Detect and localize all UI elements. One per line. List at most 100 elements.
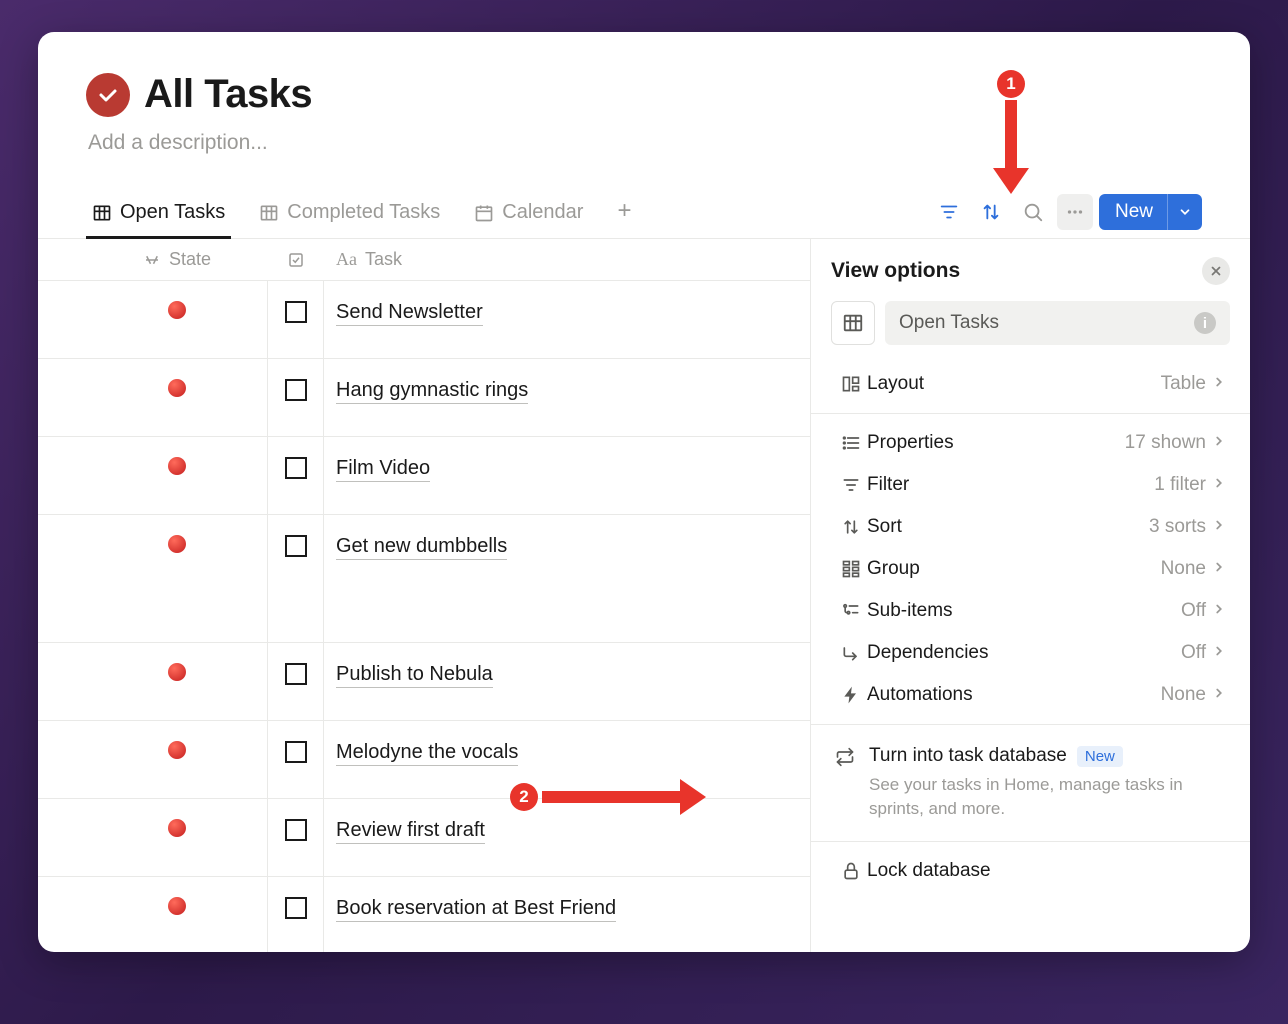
automations-icon (835, 685, 867, 705)
panel-title: View options (831, 259, 960, 283)
sort-icon (835, 517, 867, 537)
column-header-task[interactable]: Aa Task (324, 239, 810, 280)
new-badge: New (1077, 746, 1123, 767)
properties-icon (835, 433, 867, 453)
option-sub-items[interactable]: Sub-items Off (831, 590, 1230, 632)
lock-icon (835, 861, 867, 881)
add-view-button[interactable]: + (611, 197, 637, 235)
state-dot-red (168, 379, 186, 397)
task-cell[interactable]: Book reservation at Best Friend (324, 877, 810, 952)
group-icon (835, 559, 867, 579)
checkbox[interactable] (285, 379, 307, 401)
table-row[interactable]: Book reservation at Best Friend (38, 877, 810, 952)
state-dot-red (168, 741, 186, 759)
layout-icon (835, 374, 867, 394)
task-cell[interactable]: Publish to Nebula (324, 643, 810, 720)
turn-into-task-database[interactable]: Turn into task database New See your tas… (831, 733, 1230, 833)
repeat-icon (835, 747, 859, 821)
checkbox[interactable] (285, 741, 307, 763)
turn-into-description: See your tasks in Home, manage tasks in … (869, 773, 1226, 821)
option-filter[interactable]: Filter 1 filter (831, 464, 1230, 506)
tab-calendar[interactable]: Calendar (468, 193, 589, 239)
tab-completed-tasks[interactable]: Completed Tasks (253, 193, 446, 239)
task-title: Film Video (336, 457, 430, 482)
state-cell (86, 877, 268, 952)
page-header: All Tasks Add a description... (38, 32, 1250, 165)
tab-open-tasks[interactable]: Open Tasks (86, 193, 231, 239)
option-properties[interactable]: Properties 17 shown (831, 422, 1230, 464)
new-button-label: New (1099, 201, 1167, 223)
task-cell[interactable]: Get new dumbbells (324, 515, 810, 642)
task-title: Send Newsletter (336, 301, 483, 326)
table-row[interactable]: Get new dumbbells (38, 515, 810, 643)
view-type-icon[interactable] (831, 301, 875, 345)
more-options-button[interactable] (1057, 194, 1093, 230)
table-row[interactable]: Publish to Nebula (38, 643, 810, 721)
checkbox-cell[interactable] (268, 877, 324, 952)
table-row[interactable]: Film Video (38, 437, 810, 515)
task-title: Review first draft (336, 819, 485, 844)
state-cell (86, 281, 268, 358)
column-header-checkbox[interactable] (268, 239, 324, 280)
state-cell (86, 721, 268, 798)
callout-1: 1 (993, 70, 1029, 194)
new-button[interactable]: New (1099, 194, 1202, 230)
dependencies-icon (835, 643, 867, 663)
lock-database[interactable]: Lock database (831, 850, 1230, 892)
table-row[interactable]: Hang gymnastic rings (38, 359, 810, 437)
task-title: Hang gymnastic rings (336, 379, 528, 404)
checkbox-cell[interactable] (268, 359, 324, 436)
state-dot-red (168, 457, 186, 475)
divider (811, 724, 1250, 725)
checkbox-cell[interactable] (268, 515, 324, 642)
option-layout[interactable]: Layout Table (831, 363, 1230, 405)
tasks-table: State Aa Task Send Newsletter Hang gymna… (38, 239, 810, 952)
state-dot-red (168, 819, 186, 837)
page-title[interactable]: All Tasks (144, 72, 312, 117)
task-cell[interactable]: Film Video (324, 437, 810, 514)
filter-icon-button[interactable] (931, 194, 967, 230)
column-header-state[interactable]: State (86, 239, 268, 280)
tab-label: Completed Tasks (287, 201, 440, 224)
info-icon[interactable]: i (1194, 312, 1216, 334)
table-row[interactable]: Send Newsletter (38, 281, 810, 359)
task-title: Melodyne the vocals (336, 741, 518, 766)
task-cell[interactable]: Send Newsletter (324, 281, 810, 358)
checkbox-cell[interactable] (268, 799, 324, 876)
callout-2: 2 (510, 779, 706, 815)
checkbox[interactable] (285, 663, 307, 685)
checkbox[interactable] (285, 897, 307, 919)
filter-icon (835, 475, 867, 495)
new-button-dropdown[interactable] (1167, 194, 1202, 230)
option-dependencies[interactable]: Dependencies Off (831, 632, 1230, 674)
checkbox-cell[interactable] (268, 281, 324, 358)
option-sort[interactable]: Sort 3 sorts (831, 506, 1230, 548)
checkbox[interactable] (285, 535, 307, 557)
state-dot-red (168, 897, 186, 915)
view-name-input[interactable]: Open Tasks i (885, 301, 1230, 345)
table-header-row: State Aa Task (38, 239, 810, 281)
checkbox-cell[interactable] (268, 437, 324, 514)
divider (811, 841, 1250, 842)
task-title: Book reservation at Best Friend (336, 897, 616, 922)
checkbox[interactable] (285, 819, 307, 841)
task-cell[interactable]: Hang gymnastic rings (324, 359, 810, 436)
option-automations[interactable]: Automations None (831, 674, 1230, 716)
sort-icon-button[interactable] (973, 194, 1009, 230)
state-dot-red (168, 301, 186, 319)
option-group[interactable]: Group None (831, 548, 1230, 590)
tab-label: Open Tasks (120, 201, 225, 224)
divider (811, 413, 1250, 414)
search-icon-button[interactable] (1015, 194, 1051, 230)
description-placeholder[interactable]: Add a description... (88, 131, 1202, 155)
page-icon-check-circle (86, 73, 130, 117)
state-dot-red (168, 663, 186, 681)
checkbox[interactable] (285, 457, 307, 479)
checkbox[interactable] (285, 301, 307, 323)
task-title: Publish to Nebula (336, 663, 493, 688)
close-panel-button[interactable] (1202, 257, 1230, 285)
checkbox-cell[interactable] (268, 721, 324, 798)
state-cell (86, 643, 268, 720)
checkbox-cell[interactable] (268, 643, 324, 720)
state-cell (86, 359, 268, 436)
